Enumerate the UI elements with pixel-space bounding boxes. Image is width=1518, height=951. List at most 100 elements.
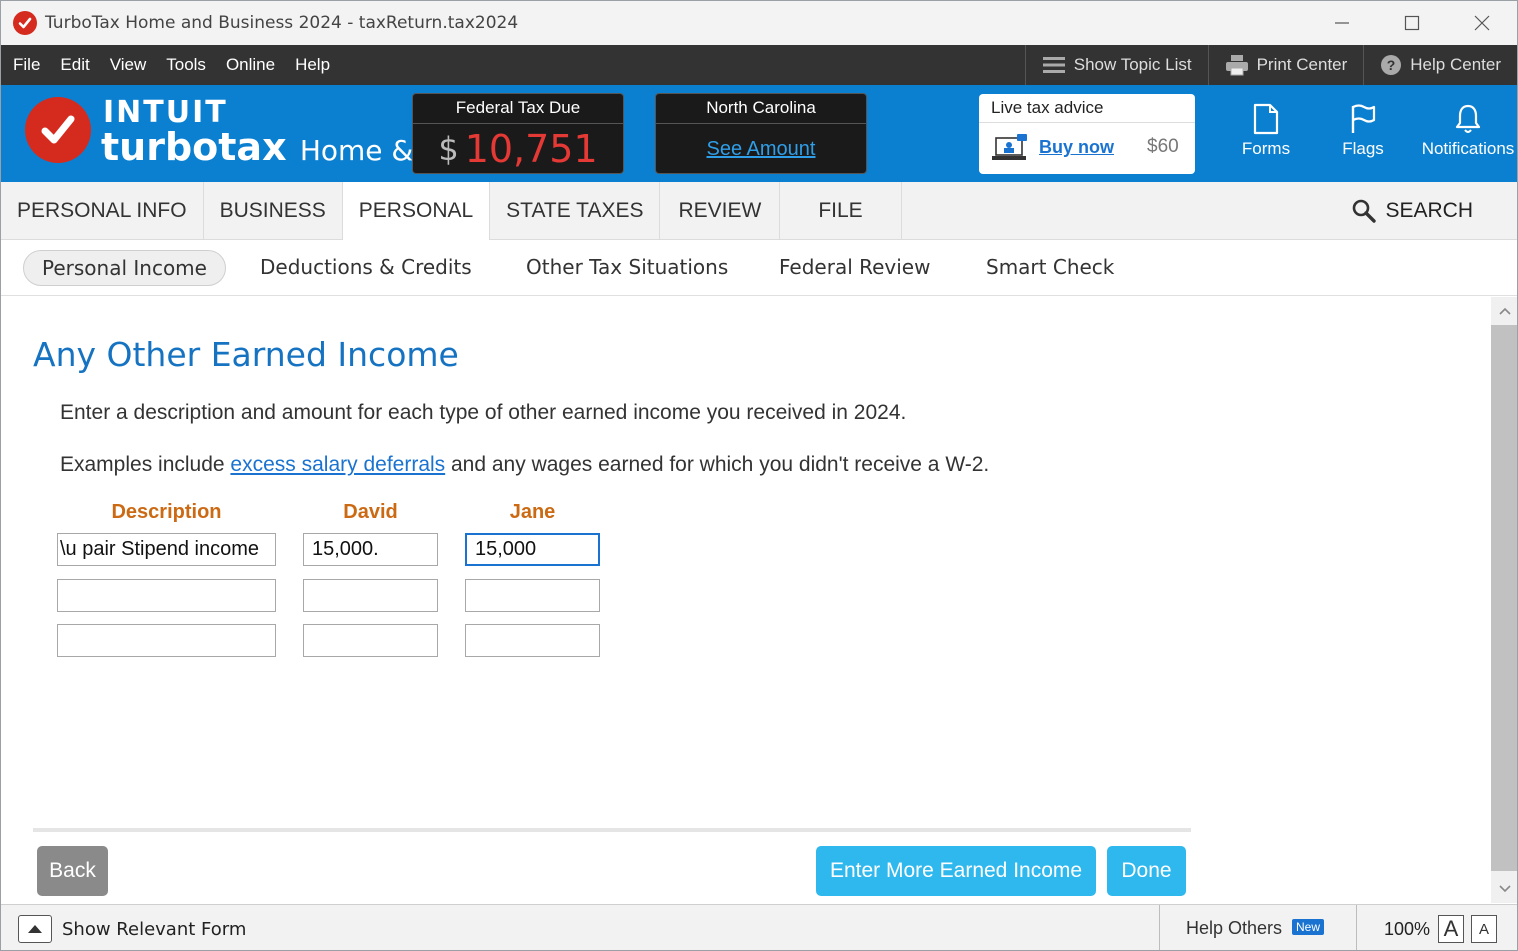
menu-online[interactable]: Online xyxy=(226,55,275,75)
help-icon: ? xyxy=(1381,55,1402,75)
menu-tools[interactable]: Tools xyxy=(166,55,206,75)
david-amount-input-1[interactable]: 15,000. xyxy=(303,533,438,566)
main-content: Any Other Earned Income Enter a descript… xyxy=(1,297,1491,903)
main-tab-bar: PERSONAL INFO BUSINESS PERSONAL STATE TA… xyxy=(1,182,1517,240)
menu-edit[interactable]: Edit xyxy=(60,55,89,75)
jane-amount-input-1[interactable]: 15,000 xyxy=(465,533,600,566)
david-amount-input-3[interactable] xyxy=(303,624,438,657)
state-tax-box[interactable]: North Carolina See Amount xyxy=(655,93,867,174)
done-button[interactable]: Done xyxy=(1107,846,1186,896)
app-window: TurboTax Home and Business 2024 - taxRet… xyxy=(0,0,1518,951)
maximize-button[interactable] xyxy=(1377,1,1447,45)
notifications-label: Notifications xyxy=(1421,139,1515,158)
scroll-thumb[interactable] xyxy=(1491,325,1517,871)
live-tax-advice-title: Live tax advice xyxy=(991,98,1104,117)
scroll-up-arrow-icon[interactable] xyxy=(1491,297,1517,325)
turbotax-logo-icon xyxy=(25,97,91,163)
search-label: SEARCH xyxy=(1385,199,1473,222)
help-others-link[interactable]: Help Others xyxy=(1186,918,1282,939)
close-button[interactable] xyxy=(1447,1,1517,45)
flags-button[interactable]: Flags xyxy=(1315,99,1411,159)
federal-tax-amount: 10,751 xyxy=(464,127,598,171)
maximize-icon xyxy=(1404,15,1420,31)
menu-bar: File Edit View Tools Online Help Show To… xyxy=(1,45,1517,85)
column-header-david: David xyxy=(343,501,398,523)
intro-text: Enter a description and amount for each … xyxy=(60,401,907,424)
see-amount-link[interactable]: See Amount xyxy=(707,138,816,161)
sub-tab-bar: Personal Income Deductions & Credits Oth… xyxy=(1,240,1517,296)
david-amount-input-2[interactable] xyxy=(303,579,438,612)
search-button[interactable]: SEARCH xyxy=(1351,182,1473,240)
tab-personal[interactable]: PERSONAL xyxy=(342,182,491,240)
status-bar: Show Relevant Form Help Others New 100% … xyxy=(1,904,1517,950)
laptop-expert-icon xyxy=(991,134,1029,169)
description-input-3[interactable] xyxy=(57,624,276,657)
forms-label: Forms xyxy=(1241,139,1291,158)
description-input-1[interactable]: \u pair Stipend income xyxy=(57,533,276,566)
state-name-label: North Carolina xyxy=(656,94,866,124)
tab-state-taxes[interactable]: STATE TAXES xyxy=(490,182,661,240)
new-badge: New xyxy=(1292,919,1325,935)
zoom-level: 100% xyxy=(1384,919,1431,939)
font-size-small-button[interactable]: A xyxy=(1471,915,1497,943)
subtab-federal-review[interactable]: Federal Review xyxy=(779,250,930,286)
subtab-personal-income[interactable]: Personal Income xyxy=(23,250,226,286)
buy-now-link[interactable]: Buy now xyxy=(1039,137,1114,158)
examples-suffix: and any wages earned for which you didn'… xyxy=(445,453,990,476)
tab-personal-info[interactable]: PERSONAL INFO xyxy=(1,182,204,240)
title-bar: TurboTax Home and Business 2024 - taxRet… xyxy=(1,1,1517,45)
description-input-2[interactable] xyxy=(57,579,276,612)
notifications-button[interactable]: Notifications xyxy=(1420,99,1516,159)
subtab-smart-check[interactable]: Smart Check xyxy=(986,250,1114,286)
scroll-down-arrow-icon[interactable] xyxy=(1491,875,1517,903)
bell-icon xyxy=(1420,99,1516,139)
minimize-button[interactable] xyxy=(1307,1,1377,45)
print-center-button[interactable]: Print Center xyxy=(1207,45,1364,85)
show-topic-list-button[interactable]: Show Topic List xyxy=(1024,45,1208,85)
menu-file[interactable]: File xyxy=(13,55,40,75)
federal-tax-due-box[interactable]: Federal Tax Due $ 10,751 xyxy=(412,93,624,174)
tab-business[interactable]: BUSINESS xyxy=(204,182,343,240)
page-title: Any Other Earned Income xyxy=(33,335,459,374)
footer-divider xyxy=(33,828,1191,832)
tab-review[interactable]: REVIEW xyxy=(660,182,781,240)
show-topic-list-label: Show Topic List xyxy=(1073,55,1192,74)
column-header-jane: Jane xyxy=(509,501,556,523)
menu-view[interactable]: View xyxy=(110,55,147,75)
federal-tax-due-label: Federal Tax Due xyxy=(413,94,623,124)
document-icon xyxy=(1218,99,1314,139)
minimize-icon xyxy=(1335,22,1349,24)
jane-amount-input-2[interactable] xyxy=(465,579,600,612)
tab-file[interactable]: FILE xyxy=(780,182,902,240)
close-icon xyxy=(1474,15,1490,31)
column-header-description: Description xyxy=(111,501,222,523)
font-size-large-button[interactable]: A xyxy=(1438,915,1464,943)
subtab-deductions-credits[interactable]: Deductions & Credits xyxy=(260,250,472,286)
excess-salary-deferrals-link[interactable]: excess salary deferrals xyxy=(230,453,445,476)
forms-button[interactable]: Forms xyxy=(1218,99,1314,159)
brand-turbotax-word: turbotax xyxy=(101,125,287,169)
subtab-other-tax-situations[interactable]: Other Tax Situations xyxy=(526,250,728,286)
turbotax-check-icon xyxy=(13,11,37,35)
triangle-up-icon xyxy=(28,925,42,933)
printer-icon xyxy=(1225,55,1248,76)
vertical-scrollbar[interactable] xyxy=(1491,297,1517,903)
search-icon xyxy=(1353,199,1377,223)
flags-label: Flags xyxy=(1342,139,1384,158)
flag-icon xyxy=(1315,99,1411,139)
show-relevant-form-label[interactable]: Show Relevant Form xyxy=(62,919,246,940)
show-relevant-form-toggle[interactable] xyxy=(18,915,52,943)
back-button[interactable]: Back xyxy=(37,846,108,896)
menu-help[interactable]: Help xyxy=(295,55,330,75)
print-center-label: Print Center xyxy=(1256,55,1348,74)
enter-more-earned-income-button[interactable]: Enter More Earned Income xyxy=(816,846,1096,896)
svg-text:?: ? xyxy=(1387,57,1396,73)
help-center-button[interactable]: ? Help Center xyxy=(1363,45,1517,85)
federal-currency: $ xyxy=(438,130,459,168)
brand-turbotax: turbotax Home & Bu xyxy=(101,125,413,169)
examples-prefix: Examples include xyxy=(60,453,231,476)
live-tax-advice-box: Live tax advice Buy now $60 xyxy=(979,94,1195,174)
help-center-label: Help Center xyxy=(1410,55,1501,74)
window-title: TurboTax Home and Business 2024 - taxRet… xyxy=(45,13,519,33)
jane-amount-input-3[interactable] xyxy=(465,624,600,657)
